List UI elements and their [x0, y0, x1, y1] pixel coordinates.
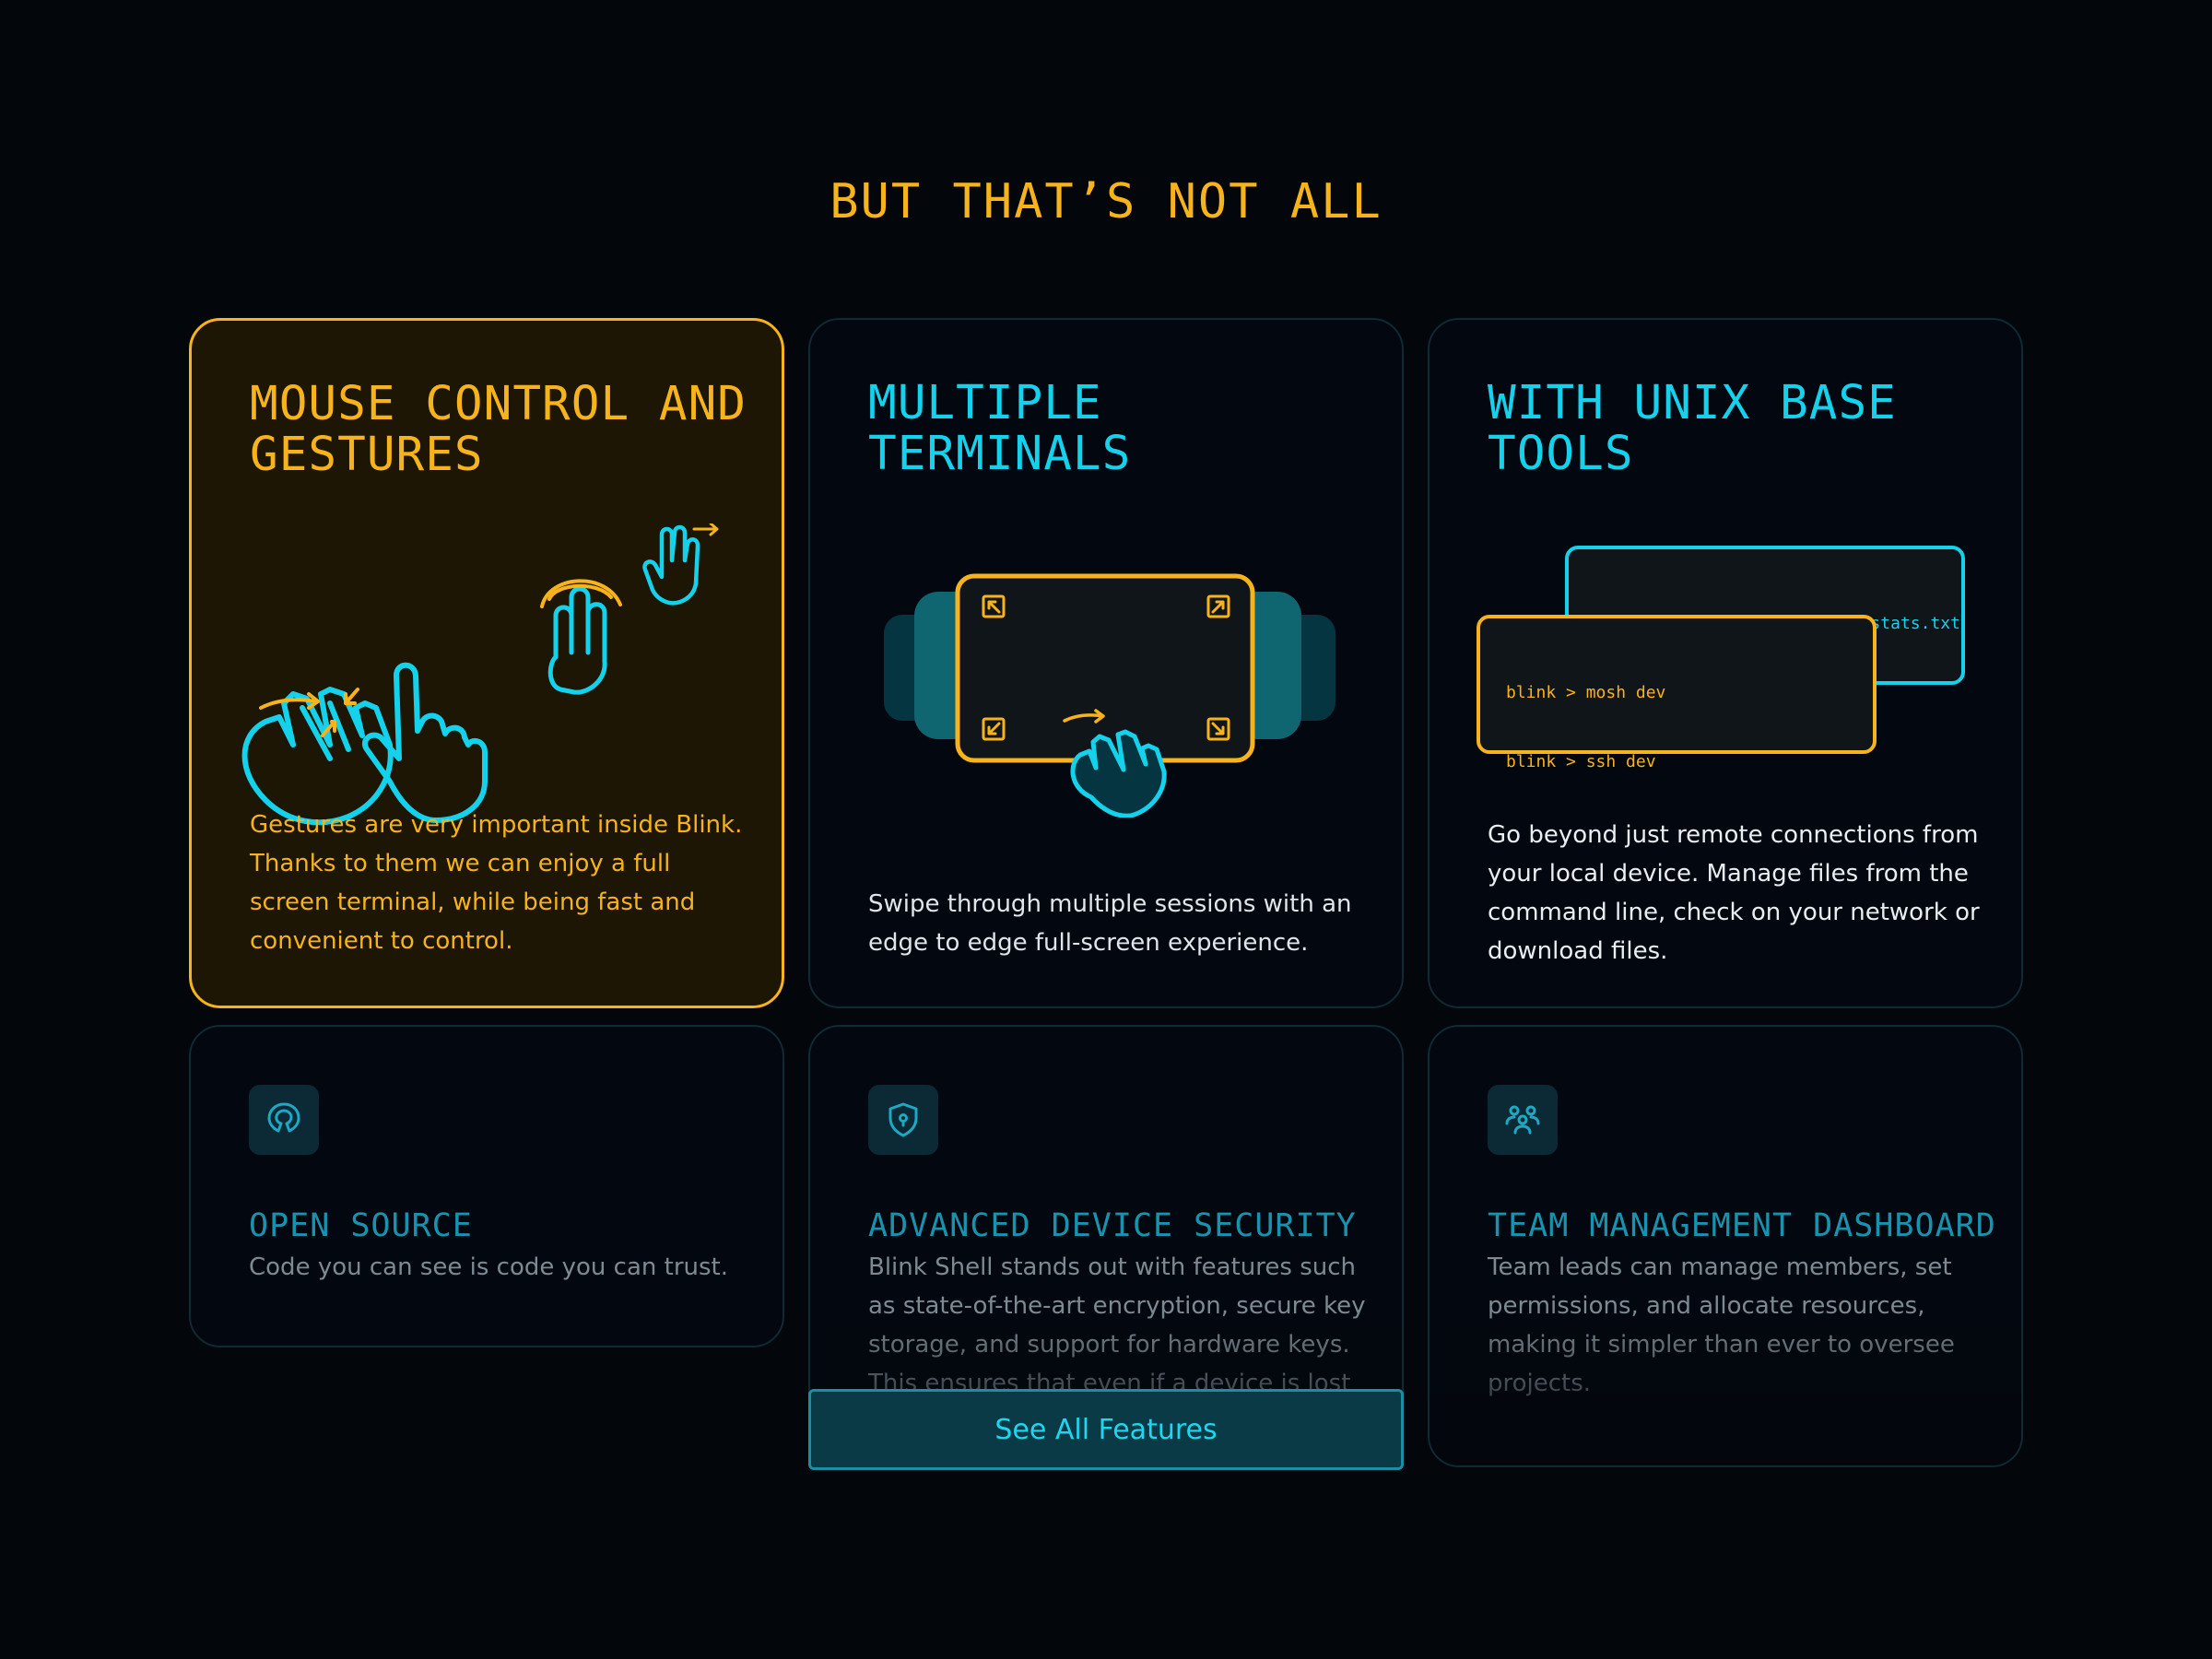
feature-card-team-dashboard[interactable]: TEAM MANAGEMENT DASHBOARD Team leads can… [1428, 1025, 2023, 1467]
terminal-line: blink > ssh dev [1506, 752, 1656, 771]
feature-card-title: ADVANCED DEVICE SECURITY [868, 1207, 1357, 1244]
feature-card-description: Gestures are very important inside Blink… [250, 811, 743, 955]
feature-card-description: Code you can see is code you can trust. [249, 1253, 729, 1281]
feature-card-title: WITH UNIX BASE TOOLS [1488, 376, 1897, 481]
feature-card-description: Team leads can manage members, set permi… [1488, 1253, 1955, 1397]
tap-hand-icon [547, 586, 607, 695]
pinch-hand-icon [361, 662, 488, 823]
two-finger-swipe-arrow [692, 524, 719, 536]
feature-card-open-source[interactable]: OPEN SOURCE Code you can see is code you… [189, 1025, 784, 1347]
feature-card-unix-tools[interactable]: WITH UNIX BASE TOOLS blink > sed -i 's/[… [1428, 318, 2023, 1008]
feature-card-description: Swipe through multiple sessions with an … [868, 890, 1352, 957]
feature-card-title: TEAM MANAGEMENT DASHBOARD [1488, 1207, 1996, 1244]
two-finger-swipe-hand-icon [642, 524, 700, 606]
feature-card-mouse-control[interactable]: MOUSE CONTROL AND GESTURES Gestures are … [189, 318, 784, 1008]
see-all-features-button[interactable]: See All Features [808, 1389, 1404, 1470]
tap-waves [540, 579, 622, 608]
feature-card-title: MOUSE CONTROL AND GESTURES [250, 377, 747, 482]
team-icon [1488, 1085, 1558, 1155]
feature-card-multiple-terminals[interactable]: MULTIPLE TERMINALS Swipe through multipl… [808, 318, 1404, 1008]
multiple-terminals-illustration [884, 573, 1335, 818]
terminal-line: blink > mosh dev [1506, 683, 1666, 702]
open-source-icon [249, 1085, 319, 1155]
feature-card-description: Go beyond just remote connections from y… [1488, 821, 1980, 965]
terminal-window-front: blink > mosh dev blink > ssh dev [1477, 615, 1877, 771]
shield-lock-icon [868, 1085, 938, 1155]
feature-card-title: OPEN SOURCE [249, 1207, 473, 1244]
feature-card-title: MULTIPLE TERMINALS [868, 376, 1132, 481]
section-heading: BUT THAT’S NOT ALL [830, 174, 1382, 229]
